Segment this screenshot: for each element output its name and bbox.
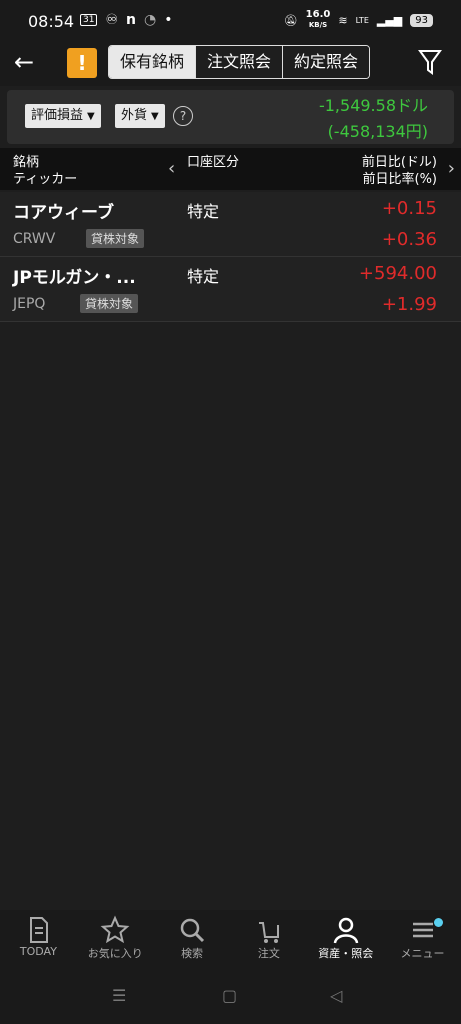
notification-dot [433, 918, 443, 927]
signal-icon: ▂▄▆ [376, 13, 403, 27]
status-bar: 08:54 31 ♾ n ◔ • 🔕︎ 16.0 KB/S ≋ LTE ▂▄▆ … [0, 0, 461, 44]
nav-label: 注文 [257, 947, 280, 960]
bottom-nav: TODAY お気に入り 検索 注文 資産・照会 メニュー [0, 910, 461, 968]
nav-menu[interactable]: メニュー [384, 910, 461, 968]
currency-dropdown-label: 外貨 [121, 108, 148, 123]
col-change-pct: 前日比率(%) [362, 172, 438, 187]
help-icon[interactable]: ? [173, 106, 193, 126]
search-icon [180, 918, 205, 943]
nav-label: TODAY [19, 945, 57, 958]
valuation-dropdown-label: 評価損益 [31, 108, 84, 123]
change-pct: +1.99 [381, 294, 437, 315]
account-type: 特定 [187, 267, 220, 286]
system-icons: 🔕︎ 16.0 KB/S ≋ LTE ▂▄▆ 93 [284, 10, 433, 30]
calendar-icon: 31 [80, 14, 98, 26]
nav-search[interactable]: 検索 [154, 910, 231, 968]
speed-value: 16.0 [305, 9, 331, 20]
stock-name: コアウィーブ [13, 203, 114, 223]
tab-holdings[interactable]: 保有銘柄 [109, 46, 196, 78]
document-icon [30, 917, 49, 943]
warning-icon[interactable]: ! [67, 48, 97, 78]
notification-icons: 31 ♾ n ◔ • [80, 12, 172, 28]
ticker: CRWV [13, 231, 56, 247]
battery-icon: 93 [410, 13, 433, 27]
col-ticker: ティッカー [13, 172, 78, 187]
app-header: ← ! 保有銘柄 注文照会 約定照会 [0, 44, 461, 86]
tab-executions[interactable]: 約定照会 [282, 46, 370, 78]
tab-group: 保有銘柄 注文照会 約定照会 [108, 45, 371, 79]
cart-icon [258, 922, 279, 943]
account-type: 特定 [187, 202, 220, 221]
system-nav-bar: ☰ ▢ ◁ [0, 968, 461, 1024]
filter-icon[interactable] [418, 48, 442, 76]
mute-icon: 🔕︎ [283, 13, 298, 27]
nav-today[interactable]: TODAY [0, 910, 77, 968]
chevron-left-icon[interactable]: ‹ [168, 158, 175, 179]
nav-label: 検索 [181, 947, 204, 960]
change-value: +0.15 [381, 198, 437, 219]
star-icon [100, 915, 130, 944]
change-pct: +0.36 [381, 229, 437, 250]
n-app-icon: n [126, 12, 136, 28]
nav-order[interactable]: 注文 [230, 910, 307, 968]
back-arrow-icon[interactable]: ← [14, 48, 34, 76]
tab-orders[interactable]: 注文照会 [195, 46, 283, 78]
ticker: JEPQ [13, 296, 46, 312]
pl-summary: 評価損益 ▼ 外貨 ▼ ? -1,549.58ドル (-458,134円) [7, 90, 454, 144]
dot-icon: • [164, 12, 173, 28]
table-row[interactable]: コアウィーブ 特定 +0.15 CRWV 貸株対象 +0.36 [0, 192, 461, 257]
nav-label: メニュー [400, 947, 445, 960]
pl-dollar: -1,549.58ドル [318, 96, 428, 115]
nav-label: お気に入り [87, 947, 143, 960]
wifi-icon: ≋ [338, 13, 348, 27]
valuation-dropdown[interactable]: 評価損益 ▼ [25, 104, 101, 128]
currency-dropdown[interactable]: 外貨 ▼ [115, 104, 165, 128]
col-account: 口座区分 [187, 155, 240, 170]
lending-badge: 貸株対象 [86, 229, 145, 248]
recents-icon[interactable]: ☰ [112, 986, 126, 1005]
speed-unit: KB/S [308, 21, 328, 29]
sync-icon: ♾ [105, 12, 119, 28]
network-speed: 16.0 KB/S [306, 10, 331, 30]
home-icon[interactable]: ▢ [222, 986, 237, 1005]
nav-assets[interactable]: 資産・照会 [307, 910, 384, 968]
nav-favorites[interactable]: お気に入り [77, 910, 154, 968]
table-row[interactable]: JPモルガン・... 特定 +594.00 JEPQ 貸株対象 +1.99 [0, 257, 461, 322]
back-icon[interactable]: ◁ [330, 986, 342, 1005]
stock-name: JPモルガン・... [13, 268, 136, 288]
caret-down-icon: ▼ [151, 111, 159, 122]
wifi-off-icon: ◔ [143, 12, 157, 28]
clock: 08:54 [28, 12, 75, 31]
person-icon [333, 917, 358, 944]
chevron-right-icon[interactable]: › [448, 158, 455, 179]
nav-label: 資産・照会 [318, 947, 374, 960]
column-header: 銘柄 ティッカー ‹ 口座区分 前日比(ドル) 前日比率(%) › [0, 148, 461, 190]
lte-label: LTE [355, 15, 369, 25]
pl-yen: (-458,134円) [327, 122, 428, 141]
menu-icon [412, 922, 433, 938]
lending-badge: 貸株対象 [80, 294, 139, 313]
change-value: +594.00 [358, 263, 437, 284]
caret-down-icon: ▼ [87, 111, 95, 122]
